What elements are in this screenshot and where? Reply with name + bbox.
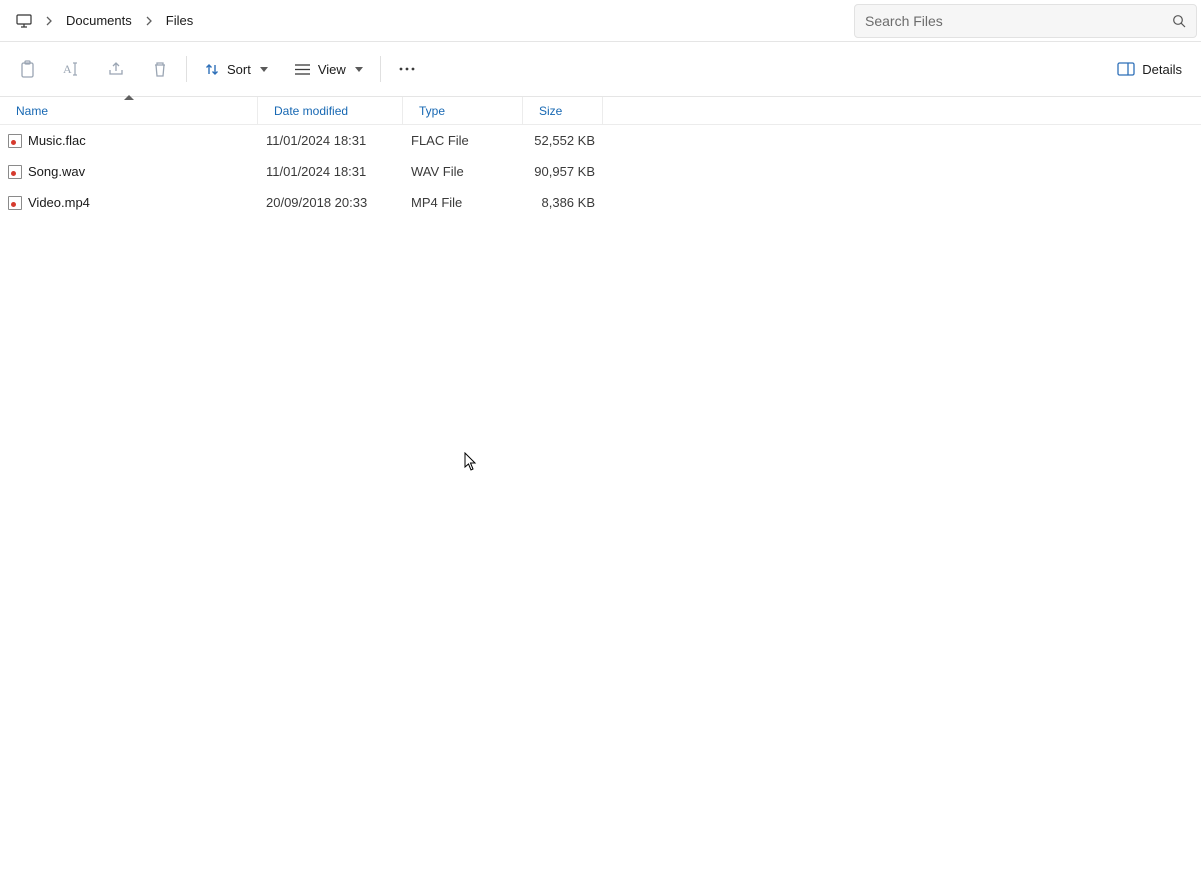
column-header-type[interactable]: Type [403,97,523,124]
file-row[interactable]: Music.flac 11/01/2024 18:31FLAC File52,55… [0,125,1201,156]
file-row[interactable]: Song.wav 11/01/2024 18:31WAV File90,957 K… [0,156,1201,187]
file-name-label: Song.wav [28,164,85,179]
file-type-cell: WAV File [403,164,523,179]
rename-button[interactable]: A [50,50,94,88]
file-date-cell: 11/01/2024 18:31 [258,164,403,179]
column-header-name[interactable]: Name [0,97,258,124]
details-pane-button[interactable]: Details [1104,50,1195,88]
column-header-name-label: Name [16,104,48,118]
column-header-date[interactable]: Date modified [258,97,403,124]
search-box[interactable] [854,4,1197,38]
details-pane-icon [1117,62,1135,76]
breadcrumb-segment-documents[interactable]: Documents [60,9,138,32]
file-name-label: Music.flac [28,133,86,148]
toolbar-separator [186,56,187,82]
chevron-down-icon [260,67,268,72]
more-button[interactable] [385,50,429,88]
media-file-icon [8,196,22,210]
delete-button[interactable] [138,50,182,88]
mouse-cursor [464,452,478,472]
chevron-right-icon[interactable] [43,16,55,26]
view-label: View [318,62,346,77]
share-button[interactable] [94,50,138,88]
file-name-cell: Video.mp4 [0,195,258,210]
file-type-cell: FLAC File [403,133,523,148]
sort-button[interactable]: Sort [191,50,281,88]
toolbar-separator [380,56,381,82]
paste-button[interactable] [6,50,50,88]
column-header-date-label: Date modified [274,104,348,118]
breadcrumb[interactable]: Documents Files [0,0,846,41]
view-icon [294,63,311,76]
file-type-cell: MP4 File [403,195,523,210]
file-size-cell: 90,957 KB [523,164,603,179]
media-file-icon [8,165,22,179]
address-row: Documents Files [0,0,1201,42]
sort-icon [204,62,220,77]
pc-root-icon[interactable] [10,10,38,32]
chevron-down-icon [355,67,363,72]
file-date-cell: 11/01/2024 18:31 [258,133,403,148]
file-row[interactable]: Video.mp4 20/09/2018 20:33MP4 File8,386 K… [0,187,1201,218]
file-name-label: Video.mp4 [28,195,90,210]
sort-label: Sort [227,62,251,77]
breadcrumb-segment-files[interactable]: Files [160,9,199,32]
search-icon[interactable] [1172,14,1186,28]
column-header-type-label: Type [419,104,445,118]
sort-ascending-icon [124,95,134,100]
file-name-cell: Music.flac [0,133,258,148]
toolbar: A Sort View Details [0,42,1201,97]
media-file-icon [8,134,22,148]
details-label: Details [1142,62,1182,77]
file-date-cell: 20/09/2018 20:33 [258,195,403,210]
file-name-cell: Song.wav [0,164,258,179]
column-header-size-label: Size [539,104,562,118]
file-size-cell: 8,386 KB [523,195,603,210]
search-input[interactable] [865,13,1172,29]
file-list: Music.flac11/01/2024 18:31FLAC File52,55… [0,125,1201,218]
view-button[interactable]: View [281,50,376,88]
column-header-row: Name Date modified Type Size [0,97,1201,125]
svg-text:A: A [63,62,72,76]
column-header-size[interactable]: Size [523,97,603,124]
chevron-right-icon[interactable] [143,16,155,26]
file-size-cell: 52,552 KB [523,133,603,148]
